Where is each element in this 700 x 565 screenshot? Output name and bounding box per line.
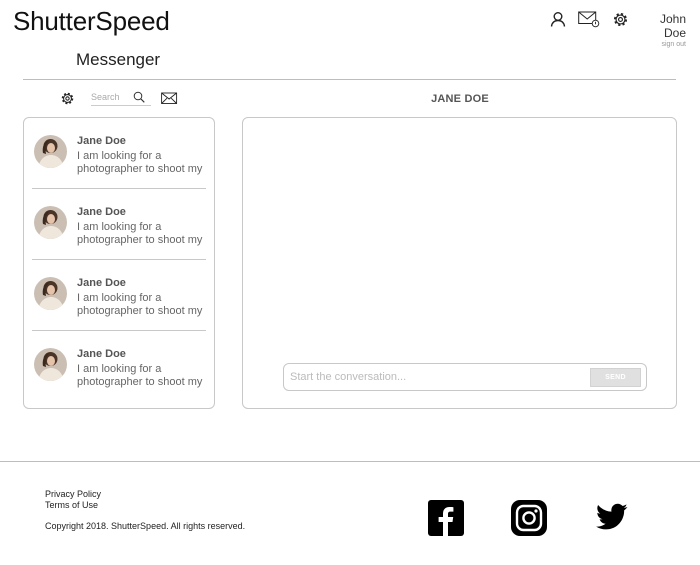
contact-preview: I am looking for a photographer to shoot… bbox=[77, 363, 203, 388]
contact-item[interactable]: Jane Doe I am looking for a photographer… bbox=[32, 260, 206, 331]
message-input[interactable] bbox=[290, 368, 580, 386]
contact-item[interactable]: Jane Doe I am looking for a photographer… bbox=[32, 189, 206, 260]
page-title: Messenger bbox=[76, 50, 161, 69]
contact-item[interactable]: Jane Doe I am looking for a photographer… bbox=[32, 331, 206, 402]
user-menu: John Doe sign out bbox=[636, 12, 686, 48]
gear-icon[interactable] bbox=[60, 91, 75, 106]
contact-preview: I am looking for a photographer to shoot… bbox=[77, 150, 203, 175]
header-icons bbox=[548, 10, 630, 28]
compose-mail-icon[interactable] bbox=[161, 91, 179, 106]
footer: Privacy Policy Terms of Use Copyright 20… bbox=[0, 461, 700, 565]
avatar bbox=[34, 135, 67, 168]
gear-icon[interactable] bbox=[610, 10, 630, 28]
contact-item[interactable]: Jane Doe I am looking for a photographer… bbox=[32, 118, 206, 189]
conversation-title: JANE DOE bbox=[431, 93, 489, 105]
chat-panel: SEND bbox=[242, 117, 677, 409]
avatar bbox=[34, 277, 67, 310]
contact-name: Jane Doe bbox=[77, 277, 126, 289]
privacy-policy-link[interactable]: Privacy Policy bbox=[45, 489, 101, 499]
terms-of-use-link[interactable]: Terms of Use bbox=[45, 500, 98, 510]
contact-preview: I am looking for a photographer to shoot… bbox=[77, 292, 203, 317]
avatar bbox=[34, 348, 67, 381]
mail-notification-icon[interactable] bbox=[578, 10, 600, 28]
search-box bbox=[91, 91, 151, 106]
search-input[interactable] bbox=[91, 92, 133, 102]
title-divider bbox=[23, 79, 676, 80]
facebook-icon[interactable] bbox=[428, 500, 464, 536]
contact-name: Jane Doe bbox=[77, 135, 126, 147]
user-icon[interactable] bbox=[548, 10, 568, 28]
copyright-text: Copyright 2018. ShutterSpeed. All rights… bbox=[45, 521, 246, 531]
logo[interactable]: ShutterSpeed bbox=[13, 6, 170, 37]
search-icon[interactable] bbox=[133, 91, 145, 103]
message-composer: SEND bbox=[283, 363, 647, 391]
instagram-icon[interactable] bbox=[511, 500, 547, 536]
send-button[interactable]: SEND bbox=[590, 368, 641, 387]
sign-out-link[interactable]: sign out bbox=[636, 41, 686, 48]
user-name[interactable]: John Doe bbox=[636, 12, 686, 40]
messenger-toolbar bbox=[60, 91, 179, 106]
contact-preview: I am looking for a photographer to shoot… bbox=[77, 221, 203, 246]
contact-list: Jane Doe I am looking for a photographer… bbox=[23, 117, 215, 409]
contact-name: Jane Doe bbox=[77, 206, 126, 218]
avatar bbox=[34, 206, 67, 239]
twitter-icon[interactable] bbox=[596, 503, 628, 531]
contact-name: Jane Doe bbox=[77, 348, 126, 360]
